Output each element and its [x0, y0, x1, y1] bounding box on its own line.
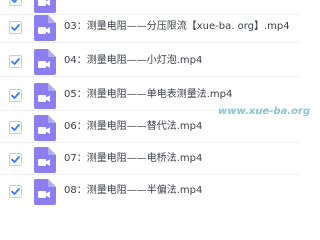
row-checkbox[interactable]: [9, 121, 22, 134]
video-file-icon: [34, 83, 56, 109]
row-checkbox[interactable]: [9, 0, 22, 6]
file-name: 08：测量电阻——半偏法.mp4: [64, 185, 203, 196]
file-row[interactable]: 06：测量电阻——替代法.mp4: [0, 113, 300, 143]
row-divider: [0, 42, 300, 43]
video-file-icon: [34, 115, 56, 141]
row-checkbox[interactable]: [9, 185, 22, 198]
file-name: 05：测量电阻——单电表测量法.mp4: [64, 89, 233, 100]
checkmark-icon: [11, 188, 20, 195]
checkmark-icon: [11, 58, 20, 65]
row-divider: [0, 76, 300, 77]
video-file-icon: [34, 49, 56, 75]
checkmark-icon: [11, 156, 20, 163]
row-checkbox[interactable]: [9, 89, 22, 102]
file-row[interactable]: 04：测量电阻——小灯泡.mp4: [0, 47, 300, 77]
video-file-icon: [34, 179, 56, 205]
checkmark-icon: [11, 24, 20, 31]
file-name: 03：测量电阻——分压限流【xue-ba. org】.mp4: [64, 21, 290, 32]
file-list: 03：测量电阻——分压限流【xue-ba. org】.mp4 04：测量电阻——…: [0, 0, 300, 205]
video-file-icon: [34, 147, 56, 173]
file-row[interactable]: 03：测量电阻——分压限流【xue-ba. org】.mp4: [0, 13, 300, 43]
checkmark-icon: [11, 0, 18, 3]
watermark: www.xue-ba.org: [218, 106, 311, 117]
file-row[interactable]: 08：测量电阻——半偏法.mp4: [0, 177, 300, 207]
file-row[interactable]: 07：测量电阻——电桥法.mp4: [0, 145, 300, 175]
checkmark-icon: [11, 92, 20, 99]
file-name: 07：测量电阻——电桥法.mp4: [64, 153, 203, 164]
row-divider: [0, 142, 300, 143]
file-name: 04：测量电阻——小灯泡.mp4: [64, 55, 203, 66]
video-file-icon: [34, 15, 56, 41]
row-checkbox[interactable]: [9, 21, 22, 34]
video-file-icon: [34, 0, 56, 13]
row-divider: [0, 174, 300, 175]
checkmark-icon: [11, 124, 20, 131]
row-checkbox[interactable]: [9, 153, 22, 166]
row-checkbox[interactable]: [9, 55, 22, 68]
file-name: 06：测量电阻——替代法.mp4: [64, 121, 203, 132]
